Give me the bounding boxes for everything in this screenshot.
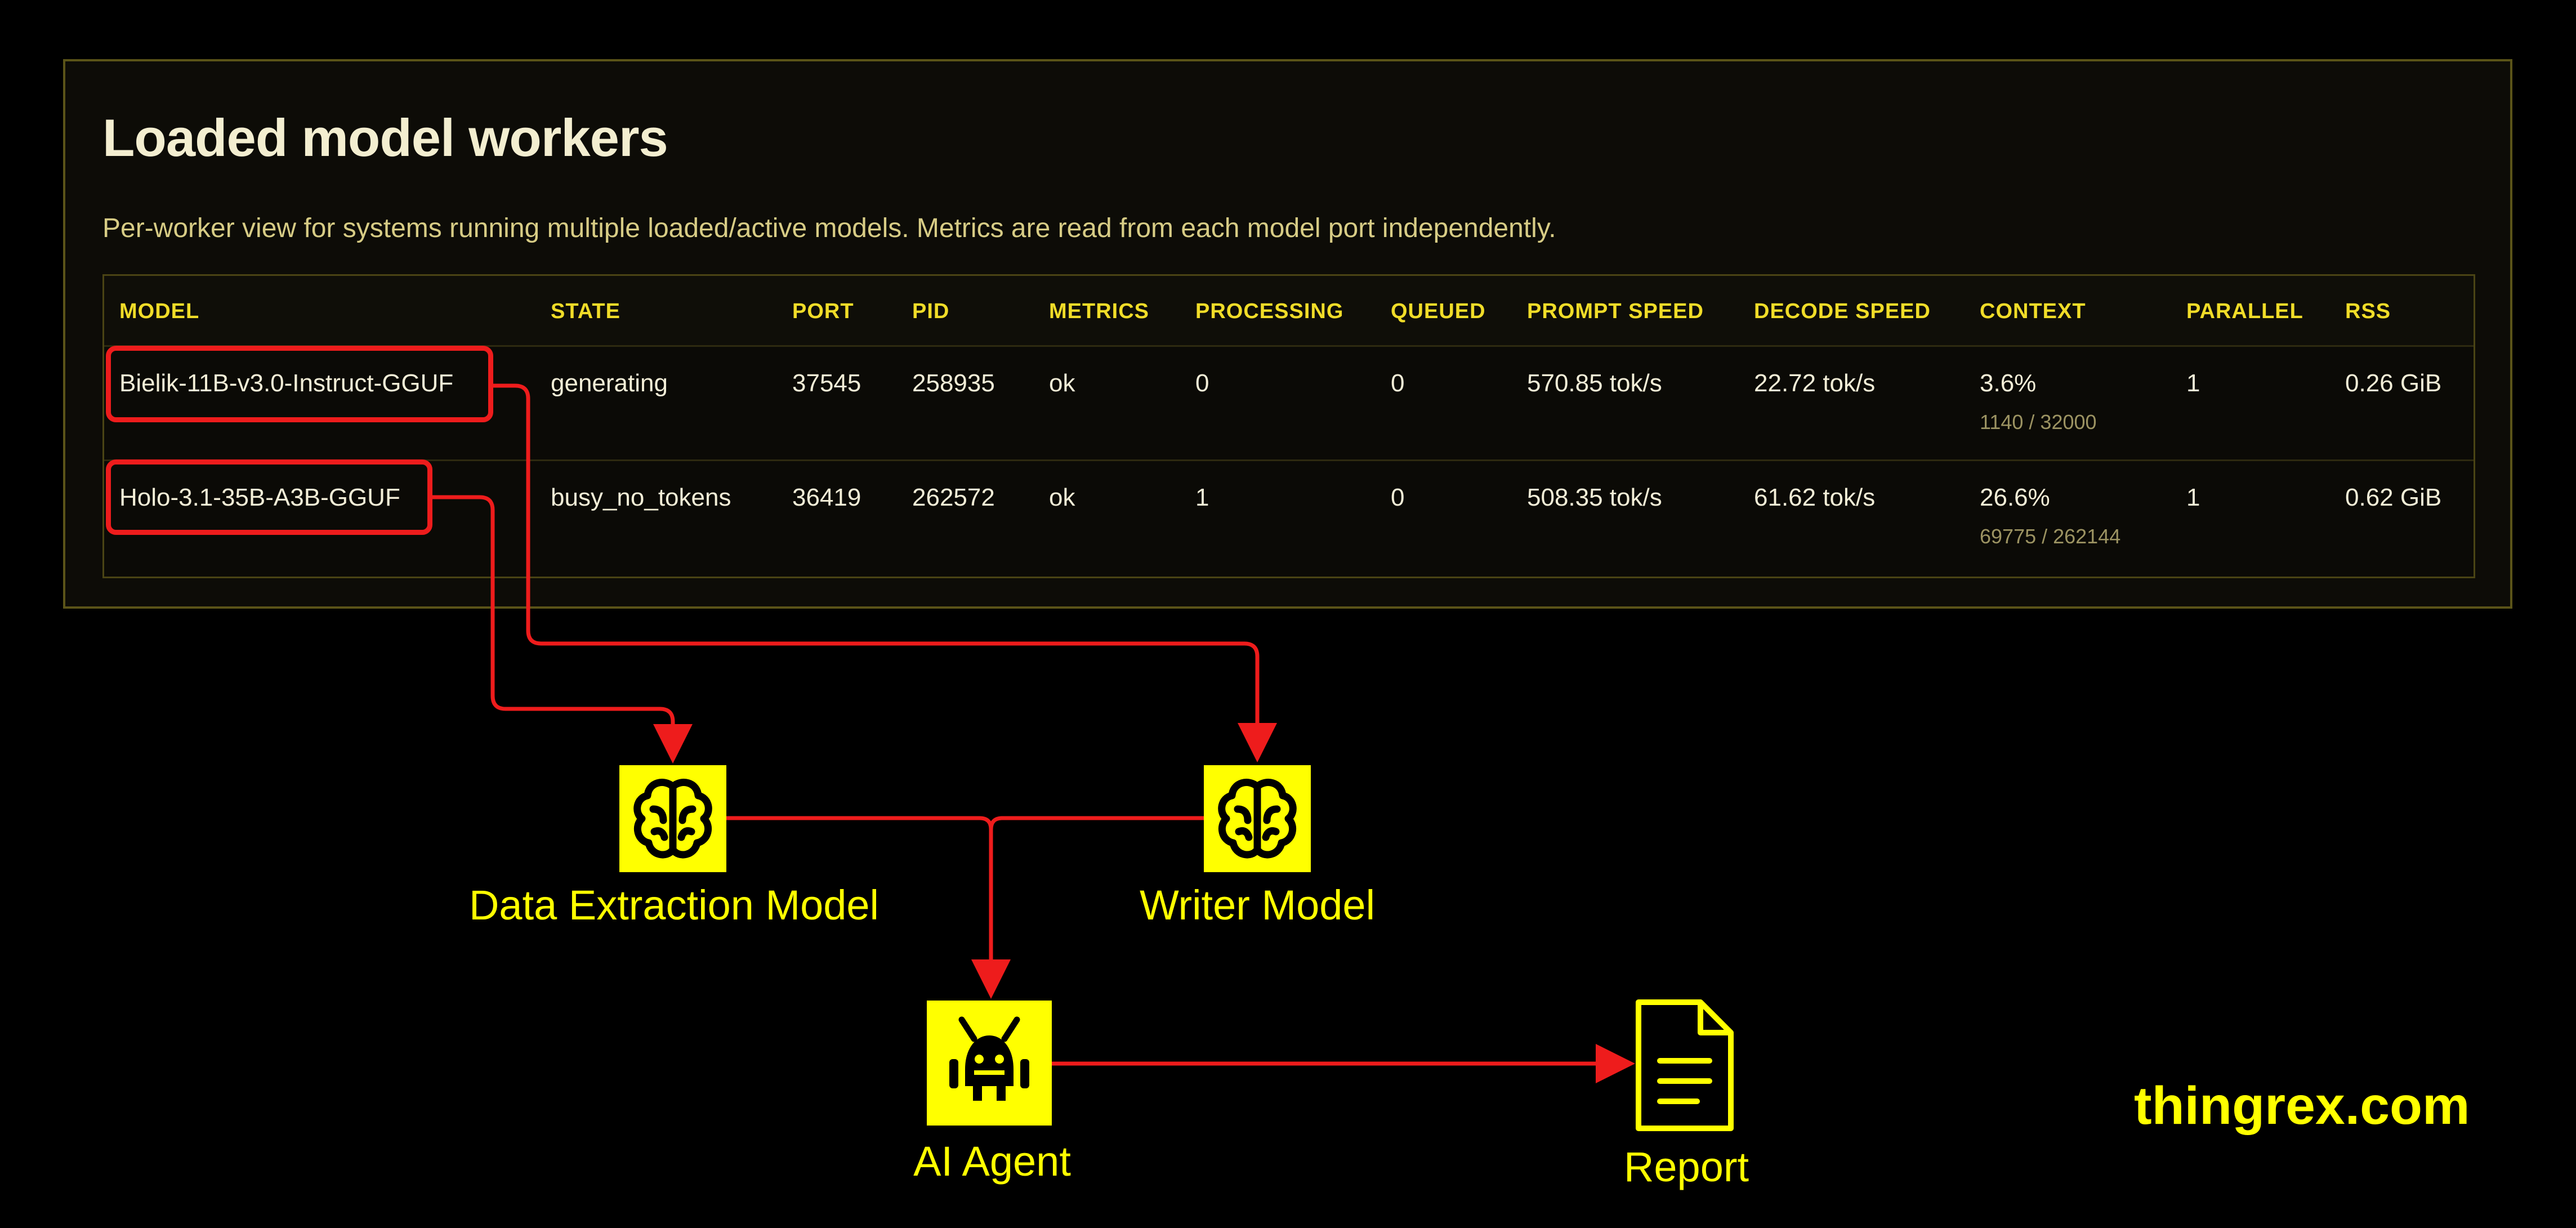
edge-holo-to-data-extraction bbox=[432, 495, 693, 763]
node-label-ai-agent: AI Agent bbox=[913, 1138, 1071, 1185]
edge-writer-to-agent bbox=[989, 816, 1204, 830]
node-label-report: Report bbox=[1623, 1144, 1749, 1190]
robot-icon bbox=[927, 1001, 1052, 1126]
document-icon bbox=[1634, 998, 1735, 1133]
edge-bielik-to-writer bbox=[493, 383, 1277, 762]
node-label-writer: Writer Model bbox=[1139, 882, 1376, 928]
canvas: Loaded model workers Per-worker view for… bbox=[0, 0, 2576, 1228]
brain-icon bbox=[1204, 765, 1311, 872]
connector-wires bbox=[432, 383, 1635, 1083]
brain-icon bbox=[619, 765, 726, 872]
brand-watermark[interactable]: thingrex.com bbox=[2134, 1075, 2470, 1137]
brain-glyph bbox=[633, 779, 712, 859]
document-glyph bbox=[1636, 999, 1734, 1131]
node-label-data-extraction: Data Extraction Model bbox=[468, 882, 879, 928]
brain-glyph bbox=[1218, 779, 1297, 859]
robot-glyph bbox=[949, 1016, 1029, 1101]
